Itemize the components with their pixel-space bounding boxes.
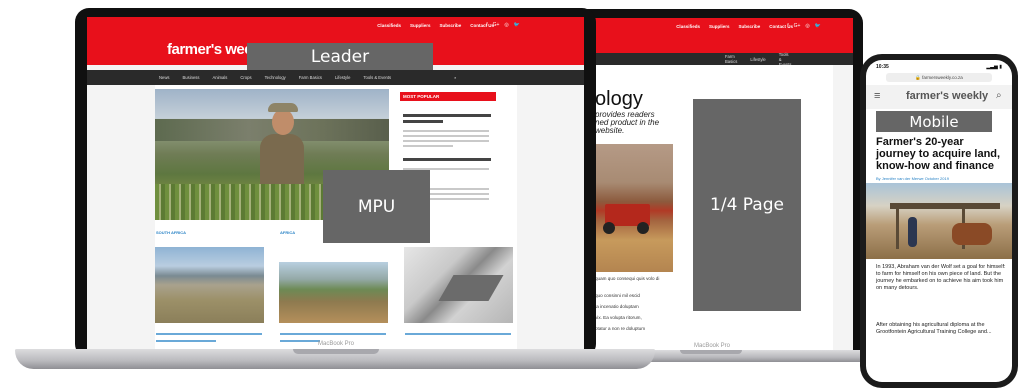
phone-header: ≡ farmer's weekly ⌕ — [866, 85, 1012, 109]
subscribe-link[interactable]: Subscribe — [439, 23, 461, 28]
nav-lifestyle[interactable]: Lifestyle — [750, 57, 765, 62]
suppliers-link[interactable]: Suppliers — [410, 23, 431, 28]
instagram-icon[interactable]: ◎ — [504, 22, 508, 28]
instagram-icon[interactable]: ◎ — [805, 23, 809, 29]
social-icons: f G+ ◎ 🐦 — [787, 23, 821, 29]
classifieds-link[interactable]: Classifieds — [377, 23, 401, 28]
hamburger-icon[interactable]: ≡ — [874, 90, 880, 102]
twitter-icon[interactable]: 🐦 — [514, 22, 520, 28]
laptop-2-notch — [680, 350, 742, 354]
article-paragraph-1: In 1993, Abraham van der Wolf set a goal… — [876, 264, 1006, 291]
header-links: Classifieds Suppliers Subscribe Contact … — [676, 24, 793, 29]
suppliers-link[interactable]: Suppliers — [709, 24, 730, 29]
nav-news[interactable]: News — [159, 75, 169, 80]
laptop-screen: Classifieds Suppliers Subscribe Contact … — [87, 17, 584, 349]
article-byline: By Jennifer van der Merwe October 2019 — [876, 176, 949, 181]
social-icons: f G+ ◎ 🐦 — [486, 22, 520, 28]
mobile-ad[interactable]: Mobile — [876, 111, 992, 132]
phone-url-bar[interactable]: 🔒 farmersweekly.co.za — [886, 73, 992, 82]
leader-ad[interactable]: Leader — [247, 43, 433, 70]
facebook-icon[interactable]: f — [787, 23, 788, 29]
laptop-2-label: MacBook Pro — [693, 343, 730, 349]
nav-crops[interactable]: Crops — [240, 75, 251, 80]
popular-title-1[interactable] — [403, 114, 491, 117]
facebook-icon[interactable]: f — [486, 22, 487, 28]
laptop-2-screen: Classifieds Suppliers Subscribe Contact … — [575, 18, 853, 350]
nav-technology[interactable]: Technology — [265, 75, 286, 80]
harvest-photo — [595, 144, 673, 272]
twitter-icon[interactable]: 🐦 — [815, 23, 821, 29]
classifieds-link[interactable]: Classifieds — [676, 24, 700, 29]
nav-farm-basics[interactable]: Farm Basics — [725, 54, 737, 64]
nav-lifestyle[interactable]: Lifestyle — [335, 75, 350, 80]
lock-icon: 🔒 — [915, 75, 921, 80]
body-text: quam quo consequi quis volo di quo consi… — [595, 276, 660, 331]
nav-tools-events[interactable]: Tools & Events — [363, 75, 391, 80]
header-links: Classifieds Suppliers Subscribe Contact … — [377, 23, 494, 28]
site-header: Classifieds Suppliers Subscribe Contact … — [575, 18, 853, 53]
card-photo-1[interactable] — [155, 247, 264, 323]
section-africa[interactable]: AFRICA — [280, 230, 295, 235]
quarter-page-ad[interactable]: 1/4 Page — [693, 99, 801, 311]
phone-search-icon[interactable]: ⌕ — [996, 90, 1002, 101]
article-title-fragment: ology — [595, 88, 643, 110]
laptop-notch — [293, 349, 379, 354]
nav-animals[interactable]: Animals — [212, 75, 227, 80]
article-headline[interactable]: Farmer's 20-year journey to acquire land… — [876, 136, 1004, 172]
laptop-label: MacBook Pro — [317, 341, 354, 347]
article-paragraph-2: After obtaining his agricultural diploma… — [876, 322, 992, 335]
card-link-3[interactable] — [405, 333, 511, 335]
card-link-2[interactable] — [280, 333, 386, 335]
googleplus-icon[interactable]: G+ — [794, 23, 801, 29]
mpu-ad[interactable]: MPU — [323, 170, 430, 243]
card-link-1[interactable] — [156, 333, 262, 335]
popular-title-2[interactable] — [403, 158, 491, 161]
googleplus-icon[interactable]: G+ — [493, 22, 500, 28]
main-nav: News Business Animals Crops Technology F… — [87, 70, 584, 85]
phone-screen: 10:35 ▂▃▅ ▮ 🔒 farmersweekly.co.za ≡ farm… — [866, 60, 1012, 382]
phone-logo[interactable]: farmer's weekly — [906, 90, 988, 102]
status-icons: ▂▃▅ ▮ — [986, 64, 1002, 70]
article-photo — [866, 183, 1012, 259]
card-photo-2[interactable] — [279, 262, 388, 323]
main-nav: Farm Basics Lifestyle Tools & Events ⌕ — [575, 52, 853, 67]
nav-business[interactable]: Business — [182, 75, 199, 80]
article-intro-fragment: provides readers ned product in the webs… — [595, 110, 660, 135]
subscribe-link[interactable]: Subscribe — [738, 24, 760, 29]
status-time: 10:35 — [876, 64, 889, 70]
card-photo-3[interactable] — [404, 247, 513, 323]
section-south-africa[interactable]: SOUTH AFRICA — [156, 230, 186, 235]
search-icon[interactable]: ⌕ — [454, 75, 456, 80]
nav-farm-basics[interactable]: Farm Basics — [299, 75, 322, 80]
most-popular-header: MOST POPULAR — [400, 92, 496, 101]
